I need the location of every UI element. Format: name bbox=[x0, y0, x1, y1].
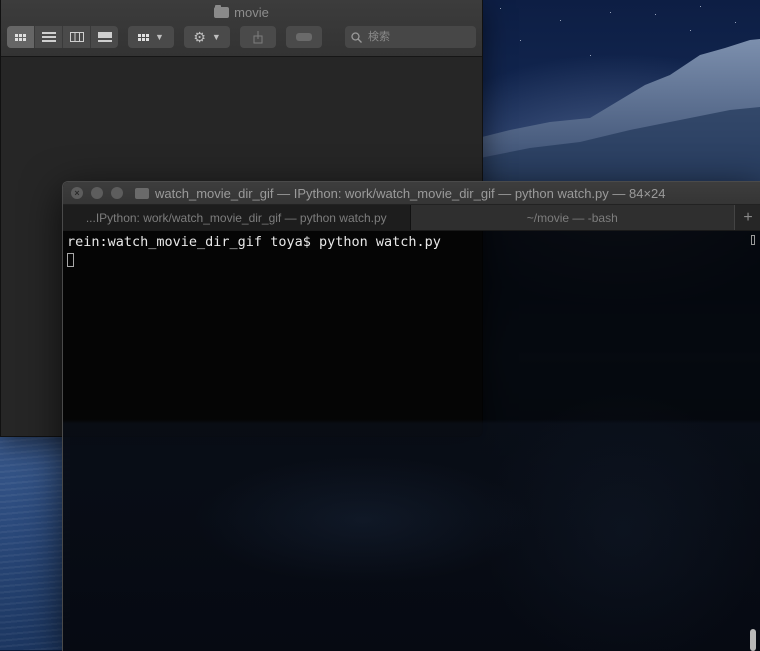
terminal-output[interactable]: rein:watch_movie_dir_gif toya$ python wa… bbox=[63, 230, 745, 651]
list-view-icon[interactable] bbox=[35, 26, 63, 48]
search-field[interactable] bbox=[345, 26, 476, 48]
scroll-indicator-icon bbox=[751, 235, 755, 245]
tab-label: ...IPython: work/watch_movie_dir_gif — p… bbox=[85, 210, 387, 225]
gallery-view-icon[interactable] bbox=[91, 26, 118, 48]
share-button[interactable] bbox=[240, 26, 276, 48]
close-button[interactable]: × bbox=[71, 187, 83, 199]
column-view-icon[interactable] bbox=[63, 26, 91, 48]
search-icon bbox=[351, 31, 362, 43]
terminal-titlebar[interactable]: × watch_movie_dir_gif — IPython: work/wa… bbox=[63, 182, 760, 205]
add-tab-button[interactable]: + bbox=[734, 205, 760, 230]
gear-icon: ⚙ bbox=[193, 28, 206, 45]
scroll-thumb[interactable] bbox=[750, 629, 756, 651]
action-button[interactable]: ⚙ ▼ bbox=[184, 26, 230, 48]
icon-view-icon[interactable] bbox=[7, 26, 35, 48]
finder-title-text: movie bbox=[234, 5, 269, 20]
terminal-line: rein:watch_movie_dir_gif toya$ python wa… bbox=[67, 234, 441, 250]
tag-button[interactable] bbox=[286, 26, 322, 48]
finder-titlebar[interactable]: movie ▼ ⚙ ▼ 検索 bbox=[1, 0, 482, 57]
terminal-title: watch_movie_dir_gif — IPython: work/watc… bbox=[135, 186, 666, 201]
tag-icon bbox=[296, 33, 312, 41]
share-icon bbox=[253, 30, 263, 43]
chevron-down-icon: ▼ bbox=[155, 32, 164, 42]
finder-title: movie bbox=[1, 5, 482, 20]
plus-icon: + bbox=[743, 208, 753, 226]
zoom-button[interactable] bbox=[111, 187, 123, 199]
tab-label: ~/movie — -bash bbox=[526, 210, 618, 225]
terminal-tabbar: ...IPython: work/watch_movie_dir_gif — p… bbox=[63, 205, 760, 231]
tab-ipython[interactable]: ...IPython: work/watch_movie_dir_gif — p… bbox=[63, 205, 411, 230]
search-input[interactable] bbox=[366, 30, 470, 44]
group-by-button[interactable]: ▼ bbox=[128, 26, 174, 48]
minimize-button[interactable] bbox=[91, 187, 103, 199]
finder-toolbar: ▼ ⚙ ▼ bbox=[7, 26, 476, 48]
chevron-down-icon: ▼ bbox=[211, 32, 221, 42]
text-cursor bbox=[67, 253, 74, 267]
view-mode-group bbox=[7, 26, 118, 48]
terminal-window: × watch_movie_dir_gif — IPython: work/wa… bbox=[62, 181, 760, 651]
sea-background bbox=[0, 435, 70, 650]
tab-bash[interactable]: ~/movie — -bash bbox=[410, 205, 735, 230]
terminal-title-text: watch_movie_dir_gif — IPython: work/watc… bbox=[155, 186, 666, 201]
folder-icon bbox=[135, 188, 149, 199]
group-by-icon bbox=[138, 33, 150, 41]
folder-icon bbox=[214, 5, 230, 18]
window-controls: × bbox=[71, 187, 123, 199]
scrollbar[interactable] bbox=[745, 230, 760, 651]
mountain-silhouette bbox=[470, 39, 760, 200]
